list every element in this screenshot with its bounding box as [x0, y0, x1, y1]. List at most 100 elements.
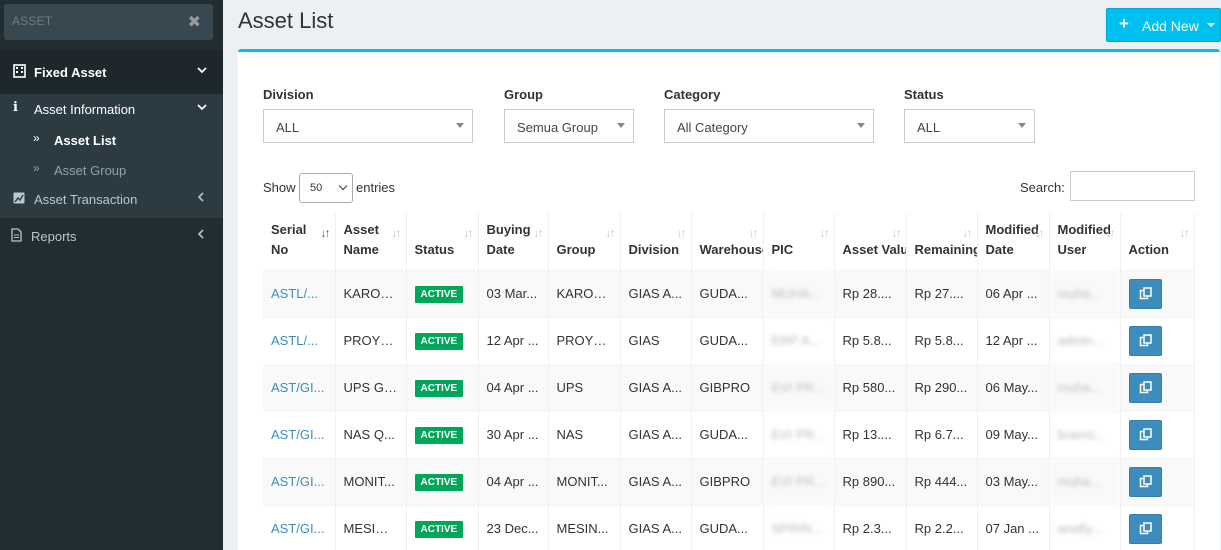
col-modified-date[interactable]: Modified Date ↓↑	[977, 213, 1050, 271]
search-label: Search:	[1020, 180, 1065, 195]
cell-warehouse: GUDA...	[691, 504, 764, 550]
division-select[interactable]: ALL	[263, 109, 473, 143]
cell-serial-no[interactable]: ASTL/...	[263, 316, 336, 364]
cell-status: ACTIVE	[406, 410, 479, 458]
cell-modified-date: 06 May...	[977, 363, 1050, 411]
cell-action	[1120, 410, 1195, 458]
table-search-input[interactable]	[1070, 171, 1195, 201]
col-action[interactable]: Action ↓↑	[1120, 213, 1195, 271]
col-buying-date-label: Buying Date	[486, 221, 531, 257]
sort-icon: ↓↑	[1034, 226, 1045, 240]
chevron-left-icon	[197, 227, 205, 242]
cell-modified-user: muha...	[1049, 457, 1121, 505]
status-select[interactable]: ALL	[904, 109, 1035, 143]
col-status[interactable]: Status ↓↑	[406, 213, 479, 271]
division-filter-label: Division	[263, 87, 314, 102]
sort-icon: ↓↑	[1179, 226, 1190, 240]
sort-icon: ↓↑	[463, 226, 474, 240]
show-label: Show	[263, 180, 296, 195]
cell-status: ACTIVE	[406, 316, 479, 364]
col-asset-name[interactable]: Asset Name ↓↑	[335, 213, 407, 271]
menu-asset-group[interactable]: » Asset Group	[0, 154, 223, 184]
division-select-value: ALL	[276, 120, 300, 135]
status-badge: ACTIVE	[414, 332, 464, 350]
col-asset-value[interactable]: Asset Value↓↑	[834, 213, 907, 271]
sort-icon: ↓↑	[891, 226, 902, 240]
cell-asset-name: PROYE...	[335, 316, 407, 364]
category-select-value: All Category	[677, 120, 748, 135]
col-division-label: Division	[628, 241, 680, 257]
caret-down-icon	[1207, 23, 1215, 27]
table-row: ASTL/... PROYE... ACTIVE 12 Apr ... PROYE...…	[263, 316, 1195, 364]
cell-buying-date: 12 Apr ...	[478, 316, 549, 364]
sidebar-search-input[interactable]: ASSET	[12, 14, 52, 28]
col-modified-user[interactable]: Modified User ↓↑	[1049, 213, 1121, 271]
group-select[interactable]: Semua Group	[504, 109, 634, 143]
col-group[interactable]: Group ↓↑	[548, 213, 621, 271]
cell-division: GIAS A...	[620, 410, 692, 458]
menu-asset-information[interactable]: i Asset Information	[0, 94, 223, 124]
cell-asset-value: Rp 2.3...	[834, 504, 907, 550]
col-pic[interactable]: PIC ↓↑	[763, 213, 835, 271]
group-select-value: Semua Group	[517, 120, 598, 135]
cell-modified-date: 12 Apr ...	[977, 316, 1050, 364]
cell-group: MESIN...	[548, 504, 621, 550]
col-buying-date[interactable]: Buying Date ↓↑	[478, 213, 549, 271]
cell-division: GIAS A...	[620, 363, 692, 411]
cell-serial-no[interactable]: AST/GI...	[263, 410, 336, 458]
cell-remaining: Rp 444...	[906, 457, 978, 505]
category-select[interactable]: All Category	[664, 109, 874, 143]
copy-button[interactable]	[1128, 467, 1162, 497]
copy-button[interactable]	[1128, 420, 1162, 450]
dropdown-arrow-icon	[857, 123, 865, 128]
cell-group: MONIT...	[548, 457, 621, 505]
copy-button[interactable]	[1128, 279, 1162, 309]
sort-desc-icon: ↓↑	[320, 226, 331, 240]
category-filter-label: Category	[664, 87, 721, 102]
table-row: AST/GI... MESIN ... ACTIVE 23 Dec... MESIN..…	[263, 504, 1195, 550]
chevron-down-icon	[338, 181, 348, 191]
col-division[interactable]: Division ↓↑	[620, 213, 692, 271]
sort-icon: ↓↑	[1105, 226, 1116, 240]
cell-group: UPS	[548, 363, 621, 411]
col-status-label: Status	[414, 241, 455, 257]
cell-status: ACTIVE	[406, 363, 479, 411]
cell-serial-no[interactable]: AST/GI...	[263, 504, 336, 550]
menu-fixed-asset[interactable]: Fixed Asset	[0, 50, 223, 94]
cell-serial-no[interactable]: ASTL/...	[263, 269, 336, 317]
cell-action	[1120, 504, 1195, 550]
copy-button[interactable]	[1128, 326, 1162, 356]
col-serial-no[interactable]: Serial No ↓↑	[263, 213, 336, 271]
col-asset-value-label: Asset Value	[842, 241, 906, 257]
menu-reports[interactable]: Reports	[0, 218, 223, 254]
entries-select-value: 50	[310, 182, 323, 194]
cell-serial-no[interactable]: AST/GI...	[263, 363, 336, 411]
sort-icon: ↓↑	[533, 226, 544, 240]
asset-list-box: Division ALL Group Semua Group Category …	[238, 49, 1220, 550]
col-remaining-label: Remaining	[914, 241, 977, 257]
copy-button[interactable]	[1128, 514, 1162, 545]
status-badge: ACTIVE	[414, 473, 464, 491]
copy-icon	[1139, 287, 1152, 300]
copy-button[interactable]	[1128, 373, 1162, 403]
dropdown-arrow-icon	[617, 123, 625, 128]
col-warehouse[interactable]: Warehouse ↓↑	[691, 213, 764, 271]
cell-group: NAS	[548, 410, 621, 458]
add-new-button[interactable]: + Add New	[1106, 8, 1221, 42]
cell-serial-no[interactable]: AST/GI...	[263, 457, 336, 505]
status-badge: ACTIVE	[414, 426, 464, 444]
menu-asset-transaction[interactable]: Asset Transaction	[0, 184, 223, 214]
menu-asset-transaction-label: Asset Transaction	[34, 192, 138, 207]
sort-icon: ↓↑	[748, 226, 759, 240]
menu-fixed-asset-label: Fixed Asset	[34, 65, 107, 80]
cell-asset-value: Rp 28....	[834, 269, 907, 317]
clear-search-icon[interactable]: ✖	[188, 12, 201, 32]
status-select-value: ALL	[917, 120, 941, 135]
cell-buying-date: 03 Mar...	[478, 269, 549, 317]
cell-group: KAROS...	[548, 269, 621, 317]
col-remaining[interactable]: Remaining ↓↑	[906, 213, 978, 271]
menu-asset-list[interactable]: » Asset List	[0, 124, 223, 154]
cell-pic: MUHA...	[763, 269, 835, 317]
entries-per-page-select[interactable]: 50	[299, 173, 353, 203]
sidebar-search[interactable]: ASSET ✖	[4, 4, 213, 40]
